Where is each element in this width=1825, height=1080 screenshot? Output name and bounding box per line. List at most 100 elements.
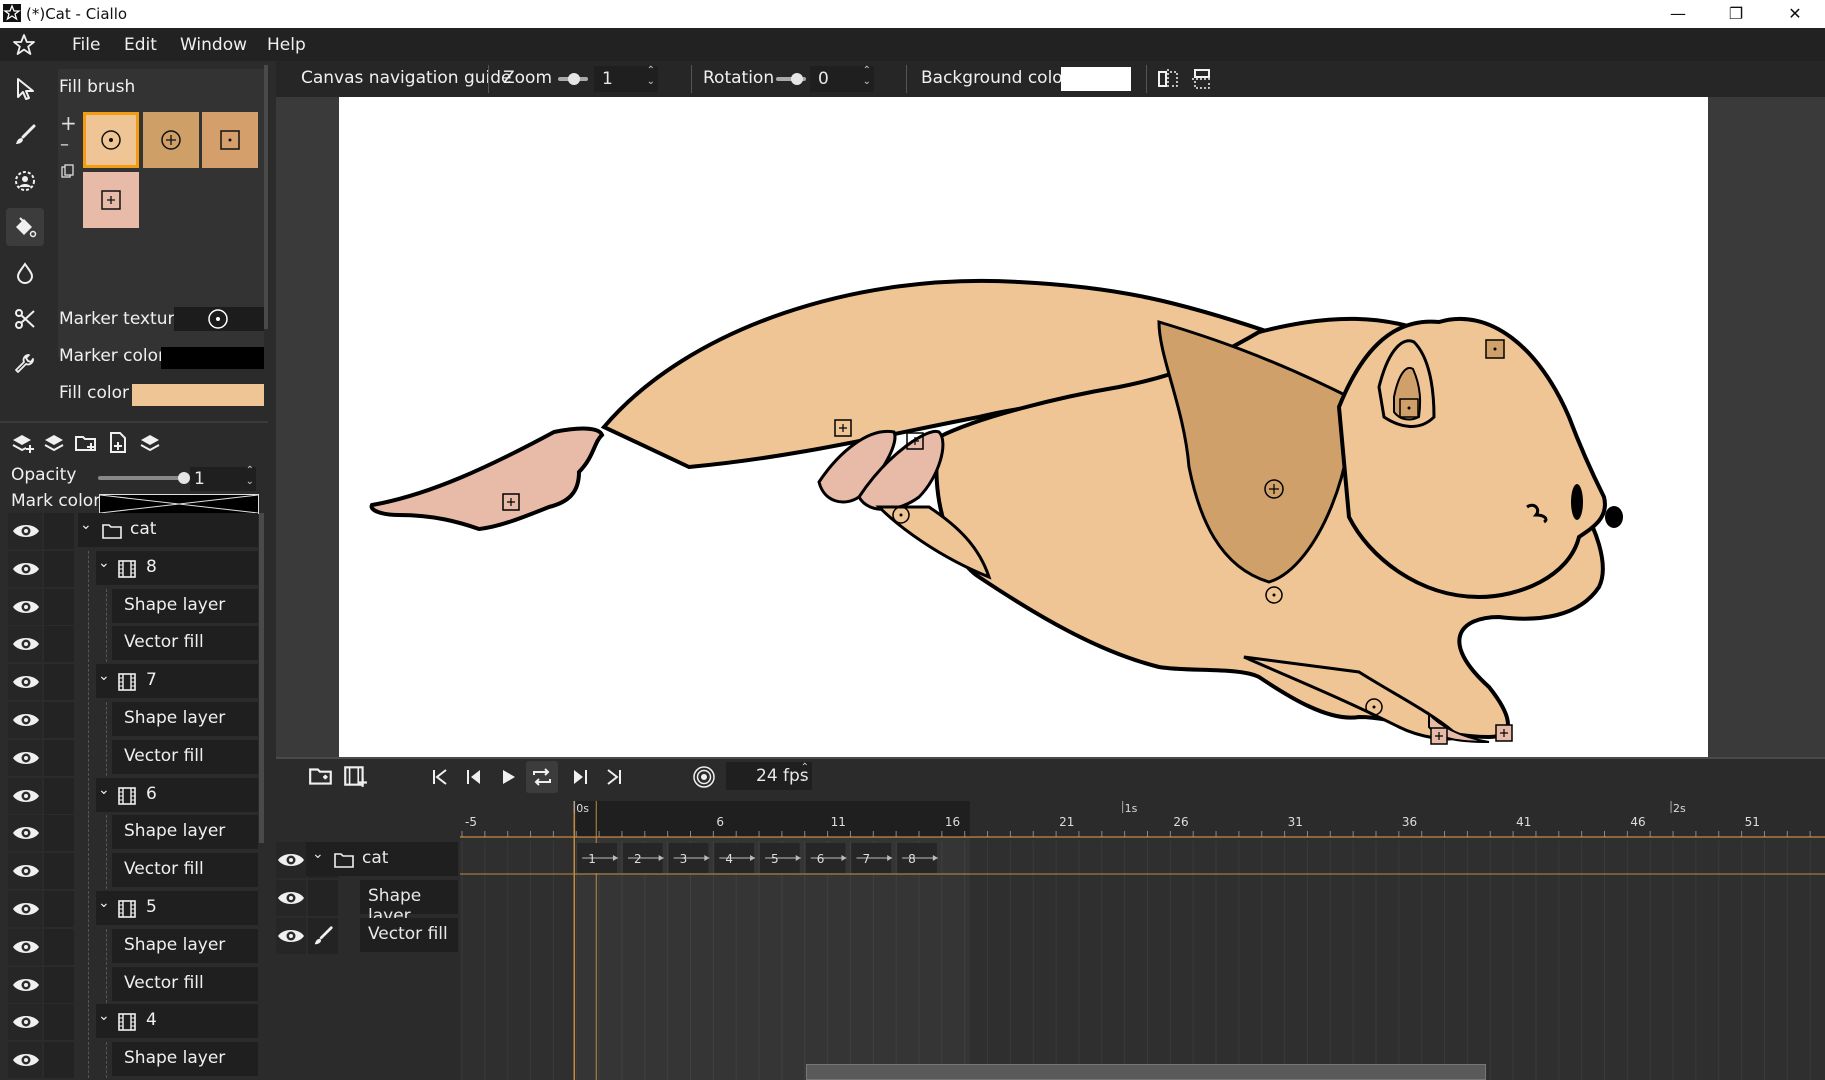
visibility-toggle[interactable] (276, 880, 306, 916)
lock-cell[interactable] (44, 891, 74, 927)
frame-group-row[interactable]: ⌄ 7 (0, 664, 262, 701)
layer-row[interactable]: Shape layer (0, 1042, 262, 1079)
menu-help[interactable]: Help (267, 35, 306, 55)
layer-row[interactable]: Vector fill (0, 966, 262, 1003)
merge-layer-icon[interactable] (138, 431, 162, 455)
visibility-toggle[interactable] (8, 966, 42, 1003)
remove-brush-icon[interactable]: – (60, 134, 69, 155)
keyframe[interactable]: 4 (714, 843, 756, 873)
lock-cell[interactable] (44, 966, 74, 1003)
visibility-toggle[interactable] (8, 702, 42, 738)
eyedropper-tool[interactable] (6, 254, 44, 292)
chevron-down-icon[interactable]: ⌄ (98, 895, 110, 911)
remove-layer-icon[interactable] (42, 431, 66, 455)
chevron-down-icon[interactable]: ⌄ (80, 517, 92, 533)
visibility-toggle[interactable] (276, 842, 306, 878)
lock-cell[interactable] (44, 588, 74, 625)
visibility-toggle[interactable] (8, 777, 42, 814)
opacity-spinbox[interactable]: 1 ⌃ ⌄ (190, 465, 256, 491)
flip-horizontal-icon[interactable] (1156, 67, 1180, 91)
visibility-toggle[interactable] (8, 588, 42, 625)
add-folder-icon[interactable] (74, 431, 98, 455)
keyframe[interactable]: 7 (851, 843, 893, 873)
timeline-track-header[interactable]: Vector fill (276, 918, 460, 954)
menu-file[interactable]: File (72, 35, 100, 55)
background-color-swatch[interactable] (1061, 67, 1131, 91)
layer-row[interactable]: Vector fill (0, 853, 262, 890)
skip-end-icon[interactable] (602, 765, 626, 789)
timeline-frames[interactable]: -5 6 11 16 21 26 31 36 41 46 51 0s 1s 2s 1 2 3 4 5 6 7 8 (460, 801, 1825, 1080)
lock-cell[interactable] (44, 1004, 74, 1041)
lock-cell[interactable] (44, 1042, 74, 1079)
lock-cell[interactable] (44, 664, 74, 701)
frame-group-row[interactable]: ⌄ 8 (0, 550, 262, 587)
lock-cell[interactable] (44, 853, 74, 890)
frame-group-row[interactable]: ⌄ 5 (0, 891, 262, 927)
step-forward-icon[interactable] (568, 765, 592, 789)
lock-cell[interactable] (44, 702, 74, 738)
visibility-toggle[interactable] (8, 739, 42, 776)
visibility-toggle[interactable] (8, 626, 42, 663)
duplicate-brush-icon[interactable] (61, 164, 75, 178)
lock-cell[interactable] (44, 777, 74, 814)
keyframe[interactable]: 1 (577, 843, 618, 873)
spin-arrows-icon[interactable]: ⌃ ⌄ (647, 65, 655, 87)
zoom-slider-handle[interactable] (568, 73, 580, 85)
lock-cell[interactable] (44, 739, 74, 776)
skip-start-icon[interactable] (428, 765, 452, 789)
layer-name-cell[interactable]: ⌄ 8 (96, 550, 258, 585)
lock-cell[interactable] (44, 928, 74, 965)
loop-toggle[interactable] (526, 761, 558, 793)
menu-edit[interactable]: Edit (124, 35, 157, 55)
visibility-toggle[interactable] (8, 853, 42, 890)
layer-name-cell[interactable]: Shape layer (112, 815, 258, 850)
brush-swatch-selected[interactable] (83, 112, 139, 168)
rotation-slider-handle[interactable] (791, 73, 803, 85)
brush-tool[interactable] (6, 116, 44, 154)
chevron-down-icon[interactable]: ⌄ (98, 782, 110, 798)
keyframe[interactable]: 5 (760, 843, 801, 873)
layer-name-cell[interactable]: ⌄ 6 (96, 777, 258, 812)
mark-color-swatch[interactable] (99, 494, 259, 514)
layer-name-cell[interactable]: ⌄ 5 (96, 891, 258, 925)
marker-texture-select[interactable] (174, 307, 264, 331)
add-layer-icon[interactable] (10, 431, 34, 455)
keyframe[interactable]: 3 (668, 843, 710, 873)
onion-skin-icon[interactable] (692, 765, 716, 789)
layer-row[interactable]: Vector fill (0, 739, 262, 776)
keyframe[interactable]: 6 (805, 843, 847, 873)
track-tool-cell[interactable] (308, 880, 338, 916)
visibility-toggle[interactable] (8, 1004, 42, 1041)
settings-tool[interactable] (6, 346, 44, 384)
opacity-slider-track[interactable] (98, 476, 188, 480)
select-tool[interactable] (6, 70, 44, 108)
brush-swatch[interactable] (202, 112, 258, 168)
frame-group-row[interactable]: ⌄ 4 (0, 1004, 262, 1041)
visibility-toggle[interactable] (276, 918, 306, 954)
marker-color-swatch[interactable] (161, 347, 264, 369)
frame-group-row[interactable]: ⌄ 6 (0, 777, 262, 814)
lock-cell[interactable] (44, 626, 74, 663)
add-file-icon[interactable] (106, 431, 130, 455)
timeline-track-header[interactable]: Shape layer (276, 880, 460, 926)
visibility-toggle[interactable] (8, 815, 42, 852)
visibility-toggle[interactable] (8, 550, 42, 587)
play-icon[interactable] (496, 765, 520, 789)
close-button[interactable]: ✕ (1765, 0, 1825, 28)
chevron-down-icon[interactable]: ⌄ (98, 555, 110, 571)
panel-scrollbar[interactable] (264, 65, 268, 329)
restore-button[interactable]: ❐ (1706, 0, 1766, 28)
lasso-fill-tool[interactable] (6, 162, 44, 200)
menu-window[interactable]: Window (180, 35, 247, 55)
chevron-down-icon[interactable]: ⌄ (312, 846, 324, 862)
fill-color-swatch[interactable] (132, 384, 264, 406)
minimize-button[interactable]: — (1648, 0, 1708, 28)
lock-cell[interactable] (44, 513, 74, 549)
app-menu-star-icon[interactable] (12, 33, 36, 57)
layer-list-scrollbar[interactable] (259, 513, 264, 843)
fill-bucket-tool[interactable] (6, 208, 44, 246)
opacity-slider-handle[interactable] (178, 472, 190, 484)
spin-arrows-icon[interactable]: ⌃ ⌄ (246, 465, 254, 487)
brush-swatch[interactable] (143, 112, 199, 168)
timeline-scrollbar[interactable] (806, 1064, 1486, 1080)
